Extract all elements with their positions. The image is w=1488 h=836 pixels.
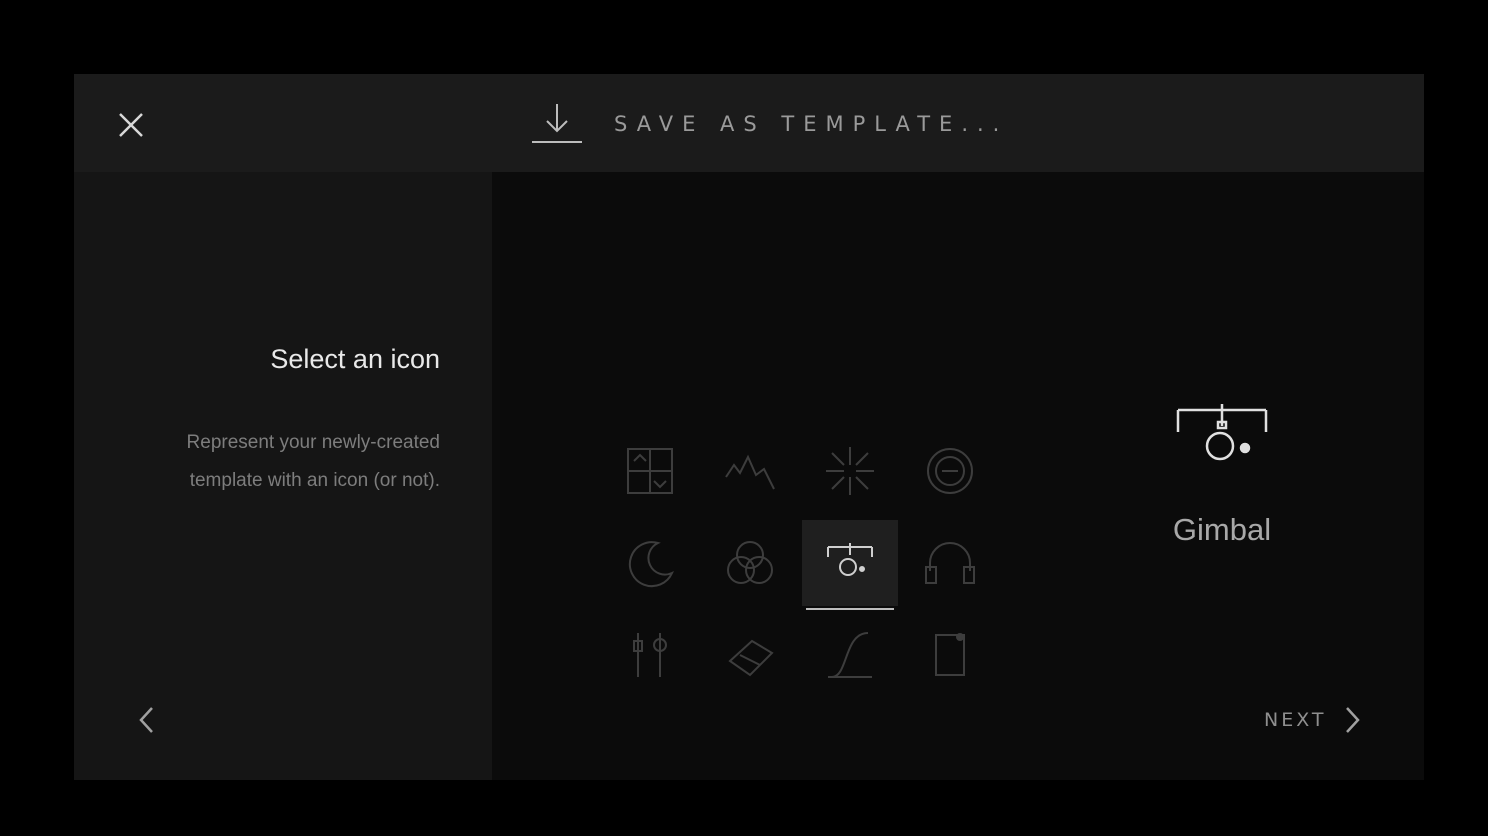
curve-icon bbox=[828, 632, 872, 678]
gimbal-icon bbox=[827, 543, 873, 576]
dialog-header: SAVE AS TEMPLATE... bbox=[74, 74, 1424, 172]
audio-mic-icon bbox=[633, 633, 667, 677]
panel-heading: Select an icon bbox=[270, 344, 440, 374]
tape-icon bbox=[728, 639, 774, 677]
icon-option-lens-e[interactable] bbox=[902, 428, 998, 514]
icon-option-color-wheels[interactable] bbox=[702, 520, 798, 606]
moon-crescent-icon bbox=[628, 541, 674, 588]
icon-option-waveform[interactable] bbox=[702, 428, 798, 514]
grid-arrows-icon bbox=[627, 448, 673, 494]
icon-option-document[interactable] bbox=[902, 612, 998, 698]
lens-e-icon bbox=[927, 448, 973, 494]
dialog-title: SAVE AS TEMPLATE... bbox=[530, 102, 1008, 146]
download-icon bbox=[532, 104, 582, 143]
dialog-title-text: SAVE AS TEMPLATE... bbox=[614, 112, 1009, 136]
preview-label: Gimbal bbox=[1172, 512, 1272, 547]
close-button[interactable] bbox=[114, 108, 148, 142]
close-icon bbox=[119, 113, 143, 137]
icon-option-audio[interactable] bbox=[602, 612, 698, 698]
icon-option-iris[interactable] bbox=[802, 428, 898, 514]
icon-option-curve[interactable] bbox=[802, 612, 898, 698]
color-wheels-icon bbox=[727, 541, 773, 584]
waveform-icon bbox=[725, 454, 775, 490]
iris-icon bbox=[826, 447, 874, 495]
gimbal-icon bbox=[1176, 404, 1268, 461]
icon-option-moon[interactable] bbox=[602, 520, 698, 606]
save-template-dialog: SAVE AS TEMPLATE... Select an icon Repre… bbox=[74, 74, 1424, 780]
screen: SAVE AS TEMPLATE... Select an icon Repre… bbox=[6, 6, 1478, 832]
icon-grid bbox=[602, 428, 1002, 708]
icon-option-grid-arrows[interactable] bbox=[602, 428, 698, 514]
panel-description: Represent your newly-created template wi… bbox=[186, 432, 440, 491]
icon-option-gimbal[interactable] bbox=[802, 520, 898, 610]
left-panel: Select an icon Represent your newly-crea… bbox=[74, 172, 492, 780]
chevron-right-icon bbox=[1345, 707, 1360, 733]
headphones-icon bbox=[925, 542, 975, 584]
icon-option-tape[interactable] bbox=[702, 612, 798, 698]
document-icon bbox=[935, 633, 965, 676]
right-panel: Gimbal NEXT bbox=[492, 172, 1424, 780]
next-label: NEXT bbox=[1264, 709, 1327, 731]
next-button[interactable]: NEXT bbox=[1264, 702, 1365, 738]
back-button[interactable] bbox=[132, 702, 162, 738]
chevron-left-icon bbox=[139, 707, 153, 733]
icon-option-headphones[interactable] bbox=[902, 520, 998, 606]
